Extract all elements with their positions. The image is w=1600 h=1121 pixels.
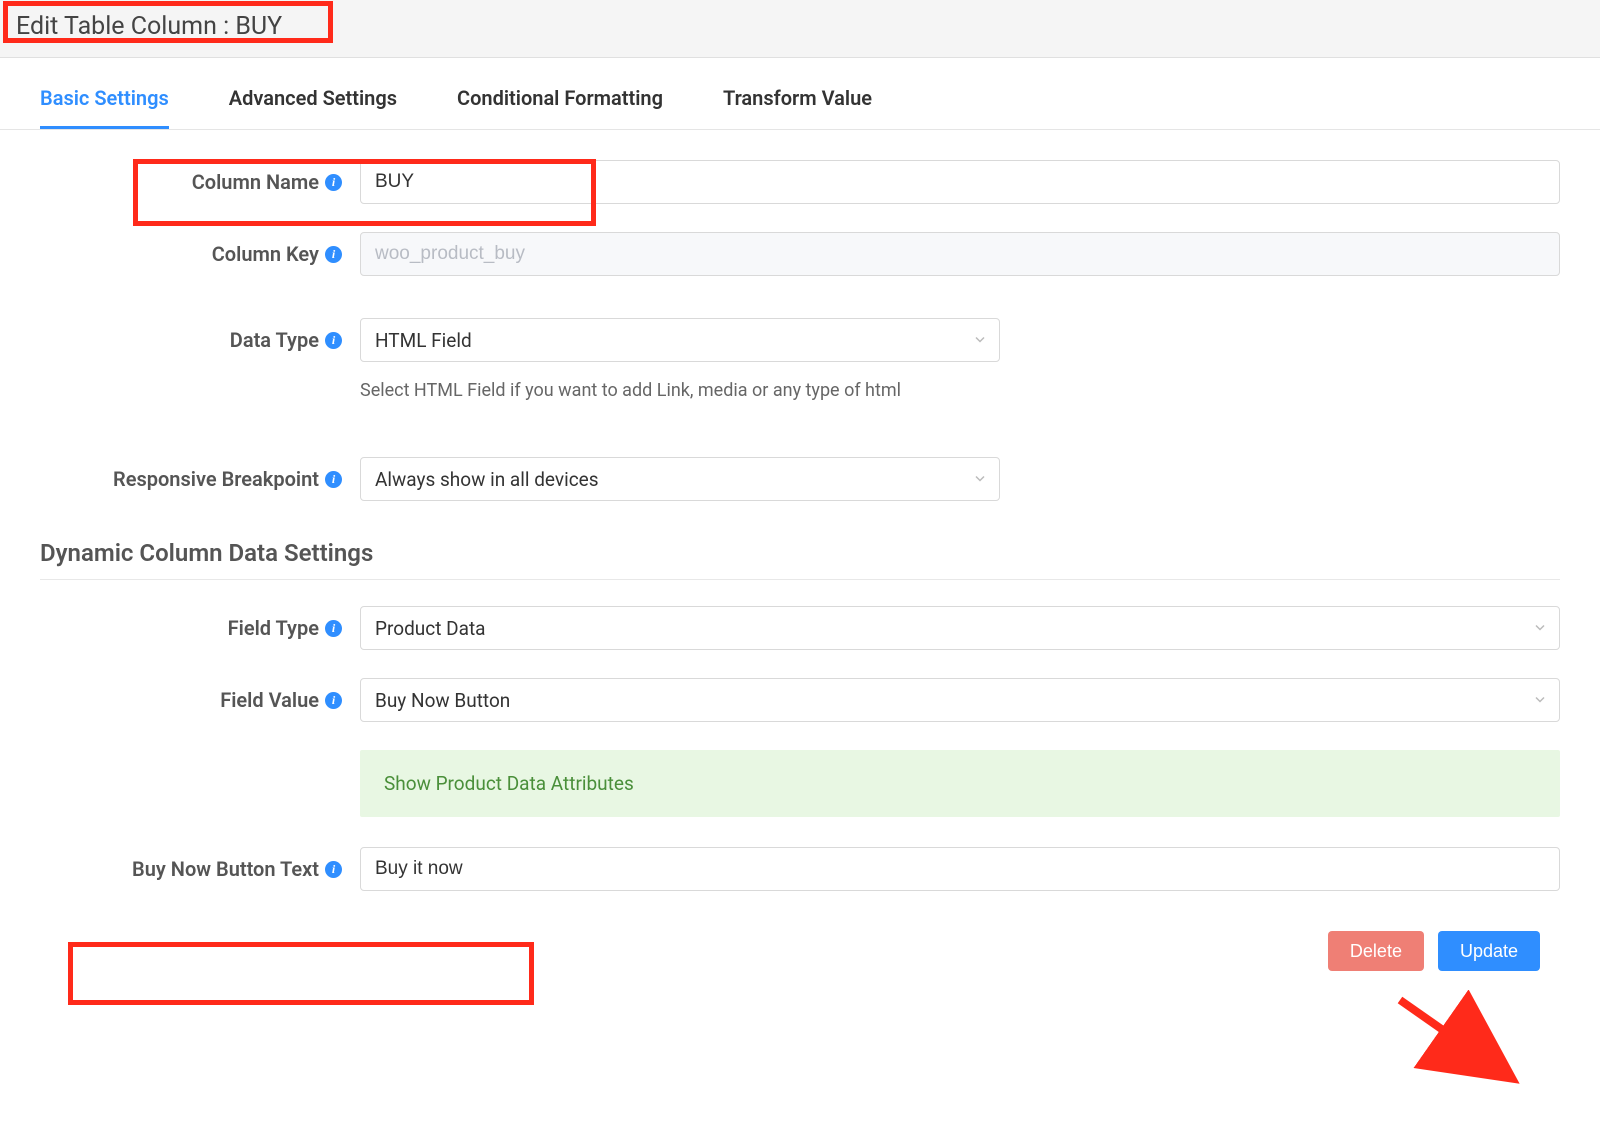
label-field-type-text: Field Type (228, 616, 319, 640)
select-data-type[interactable]: HTML Field (360, 318, 1000, 362)
select-field-value-text: Buy Now Button (375, 689, 510, 712)
info-icon[interactable]: i (325, 471, 342, 488)
form-actions: Delete Update (40, 901, 1560, 971)
row-column-key: Column Key i (40, 232, 1560, 276)
label-buy-now-text: Buy Now Button Text (132, 857, 319, 881)
label-data-type-text: Data Type (230, 328, 319, 352)
label-column-key: Column Key i (40, 242, 360, 266)
label-responsive-breakpoint: Responsive Breakpoint i (40, 467, 360, 491)
row-field-type: Field Type i Product Data (40, 606, 1560, 650)
update-button[interactable]: Update (1438, 931, 1540, 971)
info-icon[interactable]: i (325, 332, 342, 349)
select-responsive-breakpoint[interactable]: Always show in all devices (360, 457, 1000, 501)
row-field-value: Field Value i Buy Now Button (40, 678, 1560, 722)
row-buy-now-button-text: Buy Now Button Text i (40, 847, 1560, 891)
label-field-type: Field Type i (40, 616, 360, 640)
delete-button[interactable]: Delete (1328, 931, 1424, 971)
label-column-name-text: Column Name (192, 170, 319, 194)
modal-header: Edit Table Column : BUY (0, 0, 1600, 58)
tab-conditional-formatting[interactable]: Conditional Formatting (457, 86, 663, 129)
info-icon[interactable]: i (325, 620, 342, 637)
label-field-value: Field Value i (40, 688, 360, 712)
label-column-name: Column Name i (40, 170, 360, 194)
label-responsive-breakpoint-text: Responsive Breakpoint (113, 467, 319, 491)
info-icon[interactable]: i (325, 174, 342, 191)
label-field-value-text: Field Value (220, 688, 319, 712)
label-buy-now-button-text: Buy Now Button Text i (40, 857, 360, 881)
input-column-key (360, 232, 1560, 276)
select-field-type-value: Product Data (375, 617, 486, 640)
form-basic-settings: Column Name i Column Key i Data Type i H… (0, 130, 1600, 981)
info-icon[interactable]: i (325, 692, 342, 709)
select-field-type[interactable]: Product Data (360, 606, 1560, 650)
info-icon[interactable]: i (325, 861, 342, 878)
row-column-name: Column Name i (40, 160, 1560, 204)
info-icon[interactable]: i (325, 246, 342, 263)
row-data-type: Data Type i HTML Field Select HTML Field… (40, 318, 1560, 401)
input-buy-now-button-text[interactable] (360, 847, 1560, 891)
select-data-type-value: HTML Field (375, 329, 472, 352)
alert-show-attributes[interactable]: Show Product Data Attributes (360, 750, 1560, 817)
heading-dynamic-column-data: Dynamic Column Data Settings (40, 519, 1560, 580)
tab-advanced-settings[interactable]: Advanced Settings (229, 86, 397, 129)
annotation-arrow-icon (1390, 990, 1530, 1100)
row-responsive-breakpoint: Responsive Breakpoint i Always show in a… (40, 457, 1560, 501)
tab-basic-settings[interactable]: Basic Settings (40, 86, 169, 129)
label-data-type: Data Type i (40, 318, 360, 352)
label-column-key-text: Column Key (212, 242, 319, 266)
modal-title: Edit Table Column : BUY (10, 10, 288, 43)
tabs: Basic Settings Advanced Settings Conditi… (0, 58, 1600, 130)
select-field-value[interactable]: Buy Now Button (360, 678, 1560, 722)
tab-transform-value[interactable]: Transform Value (723, 86, 872, 129)
input-column-name[interactable] (360, 160, 1560, 204)
helper-data-type: Select HTML Field if you want to add Lin… (360, 380, 1560, 401)
select-responsive-value: Always show in all devices (375, 468, 599, 491)
